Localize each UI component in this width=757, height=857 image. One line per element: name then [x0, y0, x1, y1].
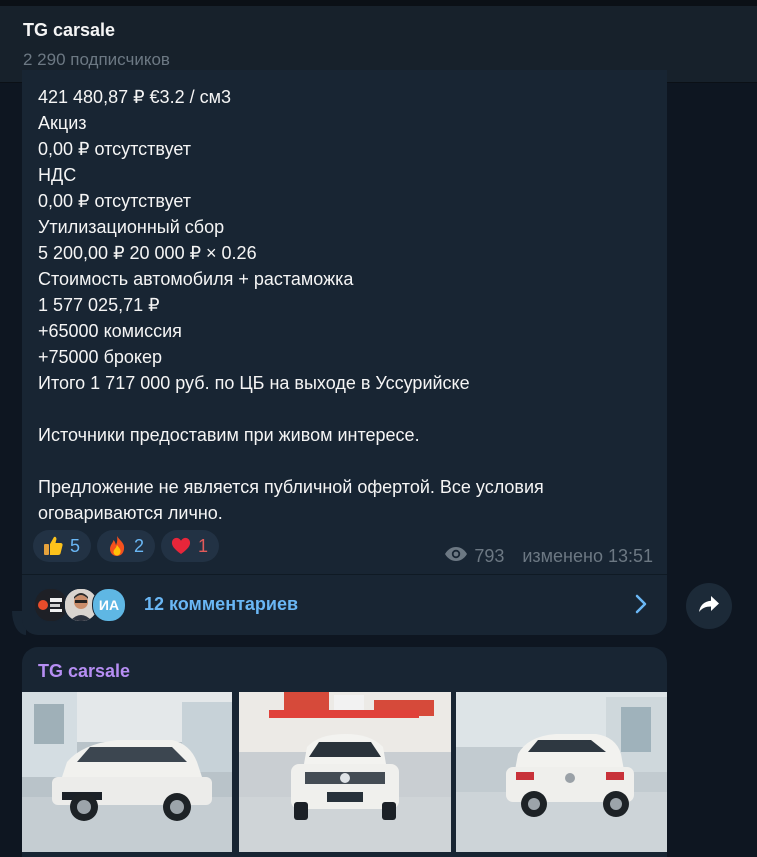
share-icon: [698, 595, 720, 618]
text-line: Источники предоставим при живом интересе…: [38, 425, 420, 445]
text-line: Утилизационный сбор: [38, 217, 225, 237]
thumbs-up-icon: [42, 535, 64, 557]
text-line: 0,00 ₽ отсутствует: [38, 191, 192, 211]
text-line: оговариваются лично.: [38, 503, 223, 523]
text-line: 1 577 025,71 ₽: [38, 295, 160, 315]
heart-icon: [170, 535, 192, 557]
car-photo-front[interactable]: [239, 692, 451, 852]
views-icon: [444, 546, 468, 567]
reaction-count: 5: [70, 535, 81, 556]
comments-button[interactable]: ИА 12 комментариев: [22, 575, 667, 633]
reaction-count: 1: [198, 535, 209, 556]
sender-name[interactable]: TG carsale: [38, 661, 130, 682]
text-line: Стоимость автомобиля + растаможка: [38, 269, 354, 289]
channel-name[interactable]: TG carsale: [23, 20, 115, 41]
text-line: 421 480,87 ₽ €3.2 / см3: [38, 87, 231, 107]
reaction-count: 2: [134, 535, 145, 556]
message-text: 421 480,87 ₽ €3.2 / см3 Акциз 0,00 ₽ отс…: [38, 84, 658, 526]
text-line: +75000 брокер: [38, 347, 162, 367]
reaction-thumbs-up[interactable]: 5: [33, 530, 92, 562]
next-message-bubble[interactable]: TG carsale: [22, 647, 667, 857]
text-line: Предложение не является публичной оферто…: [38, 477, 544, 497]
avatar: ИА: [92, 588, 126, 622]
comments-label[interactable]: 12 комментариев: [144, 594, 298, 615]
car-photo-side[interactable]: [22, 692, 232, 852]
text-line: Итого 1 717 000 руб. по ЦБ на выходе в У…: [38, 373, 470, 393]
message-meta: 793 изменено 13:51: [444, 546, 653, 567]
chevron-right-icon[interactable]: [635, 594, 647, 619]
views-count: 793: [474, 546, 505, 566]
reaction-fire[interactable]: 2: [97, 530, 156, 562]
subscriber-count: 2 290 подписчиков: [23, 50, 170, 69]
avatar: [34, 588, 68, 622]
text-line: 0,00 ₽ отсутствует: [38, 139, 192, 159]
fire-icon: [106, 535, 128, 557]
text-line: 5 200,00 ₽ 20 000 ₽ × 0.26: [38, 243, 257, 263]
car-photo-rear[interactable]: [456, 692, 667, 852]
edited-time: изменено 13:51: [522, 546, 653, 566]
reaction-heart[interactable]: 1: [161, 530, 220, 562]
text-line: Акциз: [38, 113, 87, 133]
text-line: НДС: [38, 165, 77, 185]
reactions-bar: 5 2 1: [33, 530, 220, 562]
text-line: +65000 комиссия: [38, 321, 182, 341]
commenter-avatars: ИА: [34, 588, 128, 622]
message-bubble[interactable]: 421 480,87 ₽ €3.2 / см3 Акциз 0,00 ₽ отс…: [22, 70, 667, 635]
share-button[interactable]: [686, 583, 732, 629]
